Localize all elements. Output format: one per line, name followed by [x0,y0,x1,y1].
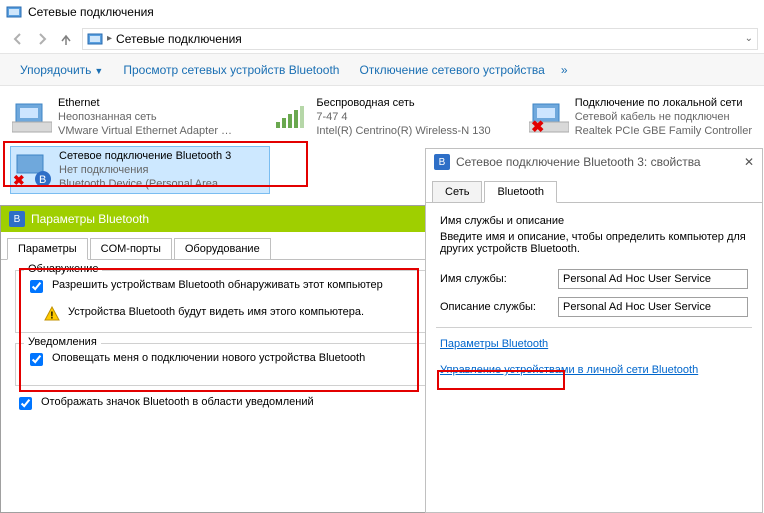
connection-status: 7-47 4 [316,110,490,124]
checkbox-label: Оповещать меня о подключении нового устр… [52,352,365,364]
group-notifications: Уведомления Оповещать меня о подключении… [15,343,457,386]
chevron-down-icon: ▼ [94,66,103,76]
back-button[interactable] [6,27,30,51]
connection-device: VMware Virtual Ethernet Adapter … [58,124,232,138]
disable-device-button[interactable]: Отключение сетевого устройства [349,59,554,81]
connection-status: Неопознанная сеть [58,110,232,124]
titlebar: Сетевые подключения [0,0,764,24]
checkbox-label: Разрешить устройствам Bluetooth обнаружи… [52,279,383,291]
bluetooth-adapter-icon: B ✖ [13,149,53,189]
connection-row-1: Ethernet Неопознанная сеть VMware Virtua… [10,94,754,140]
wifi-icon [270,96,310,136]
connection-name: Подключение по локальной сети [575,96,752,110]
connection-status: Сетевой кабель не подключен [575,110,752,124]
label-service-desc: Описание службы: [440,301,550,313]
forward-button[interactable] [30,27,54,51]
tab-network[interactable]: Сеть [432,181,482,202]
chevron-right-icon: ▸ [107,33,112,44]
organize-button[interactable]: Упорядочить▼ [10,59,113,81]
bluetooth-icon: B [434,154,450,170]
ethernet-icon [12,96,52,136]
connection-ethernet[interactable]: Ethernet Неопознанная сеть VMware Virtua… [10,94,262,140]
connection-device: Realtek PCIe GBE Family Controller [575,124,752,138]
checkbox-tray-icon[interactable] [19,397,32,410]
tab-bluetooth[interactable]: Bluetooth [484,181,556,203]
toolbar: Упорядочить▼ Просмотр сетевых устройств … [0,54,764,86]
connection-bluetooth[interactable]: B ✖ Сетевое подключение Bluetooth 3 Нет … [10,146,270,194]
properties-body: Имя службы и описание Введите имя и опис… [426,203,762,388]
tab-parameters[interactable]: Параметры [7,238,88,260]
breadcrumb-text: Сетевые подключения [116,32,242,46]
network-connections-icon [87,31,103,47]
dialog-body: Обнаружение Разрешить устройствам Blueto… [1,260,471,429]
dialog-title: Параметры Bluetooth [31,212,149,226]
connection-name: Беспроводная сеть [316,96,490,110]
checkbox-allow-discovery[interactable] [30,280,43,293]
bluetooth-settings-dialog: B Параметры Bluetooth ✕ Параметры COM-по… [0,205,472,513]
view-bt-devices-button[interactable]: Просмотр сетевых устройств Bluetooth [113,59,349,81]
breadcrumb[interactable]: ▸ Сетевые подключения ⌄ [82,28,758,50]
connection-status: Нет подключения [59,163,232,177]
close-button[interactable]: ✕ [744,155,754,169]
label-service-name: Имя службы: [440,273,550,285]
svg-text:✖: ✖ [531,119,544,136]
lan-icon: ✖ [529,96,569,136]
properties-titlebar: B Сетевое подключение Bluetooth 3: свойс… [426,149,762,175]
section-hint: Введите имя и описание, чтобы определить… [440,231,748,255]
input-service-name[interactable] [558,269,748,289]
checkbox-notify-connect[interactable] [30,353,43,366]
section-heading: Имя службы и описание [440,215,748,227]
warning-text: Устройства Bluetooth будут видеть имя эт… [68,306,364,318]
window-title: Сетевые подключения [28,5,154,19]
connection-device: Bluetooth Device (Personal Area … [59,177,232,191]
warning-icon: ! [44,306,60,322]
connection-wifi[interactable]: Беспроводная сеть 7-47 4 Intel(R) Centri… [268,94,520,140]
svg-text:!: ! [50,311,53,322]
chevron-down-icon[interactable]: ⌄ [745,33,753,44]
row-service-name: Имя службы: [440,269,748,289]
properties-window: B Сетевое подключение Bluetooth 3: свойс… [425,148,763,513]
bluetooth-icon: B [9,211,25,227]
properties-title: Сетевое подключение Bluetooth 3: свойств… [456,155,701,169]
navbar: ▸ Сетевые подключения ⌄ [0,24,764,54]
svg-text:B: B [39,174,46,186]
toolbar-overflow[interactable]: » [555,63,574,77]
tab-hardware[interactable]: Оборудование [174,238,271,259]
group-legend: Уведомления [24,336,101,348]
svg-text:✖: ✖ [13,172,25,188]
connection-lan[interactable]: ✖ Подключение по локальной сети Сетевой … [527,94,754,140]
input-service-desc[interactable] [558,297,748,317]
divider [436,327,752,328]
properties-tabs: Сеть Bluetooth [426,175,762,203]
checkbox-label: Отображать значок Bluetooth в области ув… [41,396,314,408]
connection-device: Intel(R) Centrino(R) Wireless-N 130 [316,124,490,138]
dialog-titlebar: B Параметры Bluetooth ✕ [1,206,471,232]
connection-name: Сетевое подключение Bluetooth 3 [59,149,232,163]
up-button[interactable] [54,27,78,51]
tab-com-ports[interactable]: COM-порты [90,238,172,259]
connection-name: Ethernet [58,96,232,110]
link-manage-pan[interactable]: Управление устройствами в личной сети Bl… [440,364,698,376]
network-connections-icon [6,4,22,20]
row-service-desc: Описание службы: [440,297,748,317]
group-discovery: Обнаружение Разрешить устройствам Blueto… [15,270,457,333]
group-legend: Обнаружение [24,263,102,275]
dialog-tabs: Параметры COM-порты Оборудование [1,232,471,260]
link-bt-params[interactable]: Параметры Bluetooth [440,338,548,350]
